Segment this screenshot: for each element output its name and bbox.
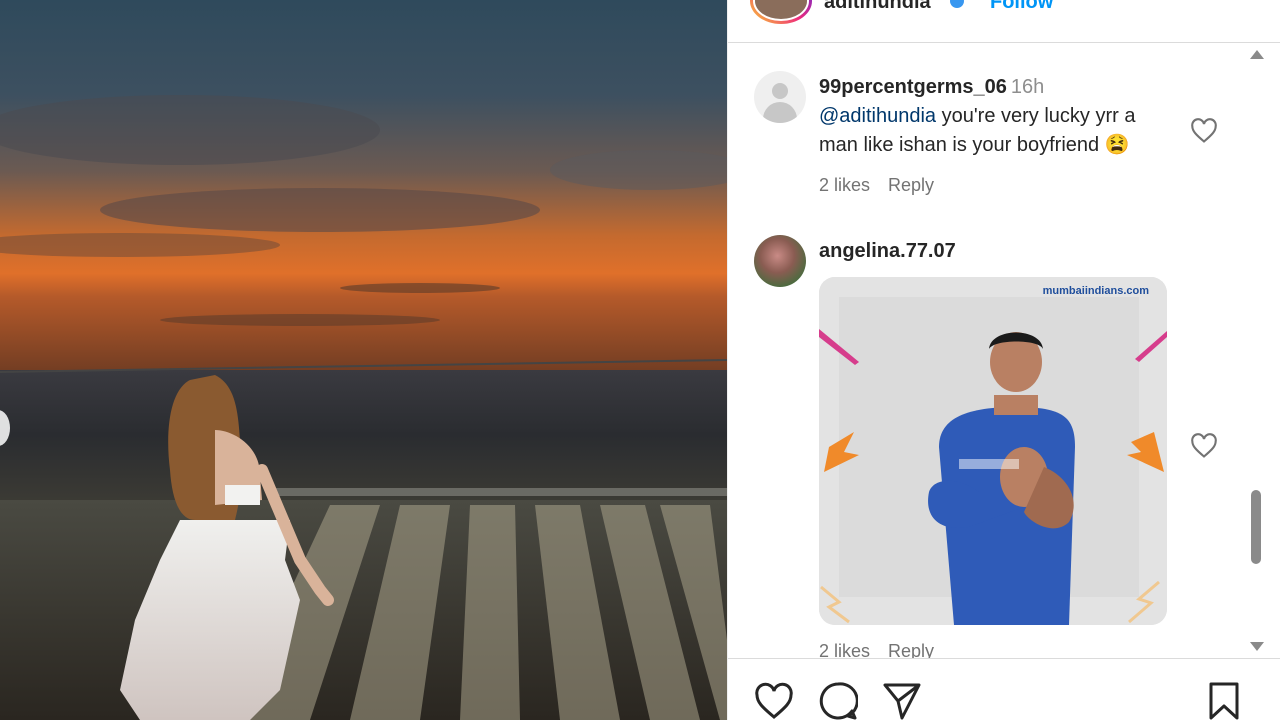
gif-watermark: mumbaiindians.com xyxy=(1042,285,1149,297)
comment-text: 99percentgerms_06 16h @aditihundia you're… xyxy=(819,73,1199,160)
comment-icon[interactable] xyxy=(818,681,858,720)
likes-count[interactable]: 2 likes xyxy=(819,641,870,658)
reply-button[interactable]: Reply xyxy=(888,641,934,658)
save-icon[interactable] xyxy=(1204,681,1244,720)
follow-button[interactable]: Follow xyxy=(990,0,1053,14)
heart-icon[interactable] xyxy=(1190,118,1218,144)
player-gif-image xyxy=(819,277,1167,625)
share-icon[interactable] xyxy=(882,681,922,720)
comments-panel: aditihundia Follow 99percentgerms_06 16h … xyxy=(727,0,1280,720)
scroll-down-arrow[interactable] xyxy=(1250,642,1264,651)
verified-icon xyxy=(950,0,964,8)
heart-icon[interactable] xyxy=(1190,433,1218,459)
reply-button[interactable]: Reply xyxy=(888,175,934,195)
author-username[interactable]: aditihundia xyxy=(824,0,931,14)
mention-link[interactable]: @aditihundia xyxy=(819,105,936,127)
post-photo[interactable] xyxy=(0,0,727,720)
author-avatar[interactable] xyxy=(750,0,812,24)
comment-username[interactable]: 99percentgerms_06 xyxy=(819,76,1007,98)
gif-attachment[interactable]: mumbaiindians.com xyxy=(819,277,1167,625)
scrollbar[interactable] xyxy=(1246,44,1268,658)
sunset-beach-image xyxy=(0,0,727,720)
comment-text: angelina.77.07 xyxy=(819,237,1199,266)
action-bar xyxy=(728,658,1280,720)
comment-meta: 2 likes Reply xyxy=(819,175,952,196)
scroll-up-arrow[interactable] xyxy=(1250,50,1264,59)
comment-body-line2: man like ishan is your boyfriend 😫 xyxy=(819,134,1130,156)
comment-username[interactable]: angelina.77.07 xyxy=(819,240,956,262)
likes-count[interactable]: 2 likes xyxy=(819,175,870,195)
comment-time[interactable]: 16h xyxy=(1011,76,1044,98)
avatar[interactable] xyxy=(754,71,806,123)
avatar[interactable] xyxy=(754,235,806,287)
comment-meta: 2 likes Reply xyxy=(819,641,952,658)
scroll-thumb[interactable] xyxy=(1251,490,1261,564)
like-icon[interactable] xyxy=(754,681,794,720)
comment-list[interactable]: 99percentgerms_06 16h @aditihundia you're… xyxy=(728,44,1256,658)
comment-body-line1: you're very lucky yrr a xyxy=(936,105,1136,127)
post-header: aditihundia Follow xyxy=(728,0,1280,43)
